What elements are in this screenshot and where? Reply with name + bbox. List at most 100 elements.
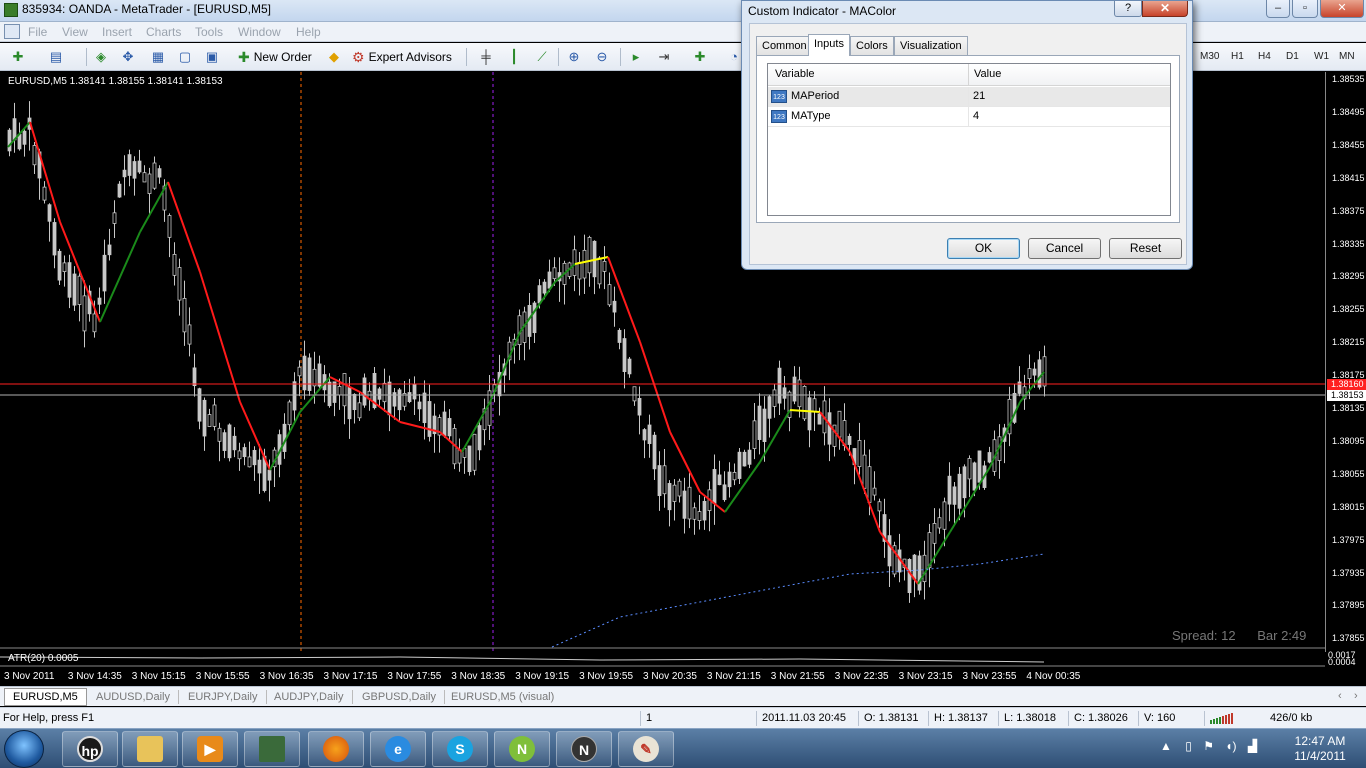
taskbar-monitor[interactable] [244,731,300,767]
candlestick-icon[interactable]: ┃ [506,49,522,65]
status-traffic: 426/0 kb [1270,712,1313,724]
price-tick-label: 1.38335 [1332,238,1365,249]
minimize-button[interactable]: – [1266,0,1290,18]
dialog-help-button[interactable]: ? [1114,1,1142,17]
taskbar-ie[interactable]: e [370,731,426,767]
taskbar-firefox[interactable] [308,731,364,767]
zoom-in-icon[interactable]: ⊕ [566,49,582,65]
input-row-maperiod[interactable]: 123 MAPeriod 21 [768,87,1170,107]
navigator-icon[interactable]: ▦ [150,49,166,65]
candle-body [637,397,642,416]
taskbar-hp[interactable]: hp [62,731,118,767]
chart-window-icon[interactable] [4,24,20,39]
tf-h1[interactable]: H1 [1231,51,1244,62]
expert-advisors-button[interactable]: ⚙ Expert Advisors [352,47,452,67]
tab-colors[interactable]: Colors [850,36,894,55]
tab-common[interactable]: Common [756,36,813,55]
periods-icon[interactable]: ◔ [726,49,742,65]
maximize-button[interactable]: ▫ [1292,0,1318,18]
candle-body [632,386,637,402]
device-icon[interactable]: ▯ [1185,739,1192,753]
candle-body [312,368,317,387]
network-icon[interactable]: ▟ [1248,739,1257,753]
taskbar-media[interactable]: ▶ [182,731,238,767]
tabs-scroll-left-icon[interactable]: ‹ [1338,690,1342,702]
time-axis[interactable]: 3 Nov 2011 3 Nov 14:35 3 Nov 15:15 3 Nov 15… [0,666,1325,686]
header-variable[interactable]: Variable [775,68,815,80]
metatrader-icon [4,3,18,17]
candle-body [117,183,122,198]
tab-eurusd-m5[interactable]: EURUSD,M5 [4,688,87,706]
tab-inputs[interactable]: Inputs [808,34,850,56]
tf-mn[interactable]: MN [1339,51,1355,62]
tab-audusd-daily[interactable]: AUDUSD,Daily [88,690,179,704]
price-tick-label: 1.38255 [1332,304,1365,315]
close-button[interactable]: ✕ [1320,0,1364,18]
menu-view[interactable]: View [62,25,88,39]
taskbar-app-n-dark[interactable]: N [556,731,612,767]
menu-insert[interactable]: Insert [102,25,132,39]
taskbar-paint[interactable]: ✎ [618,731,674,767]
bar-chart-icon[interactable]: ╪ [478,49,494,65]
clock[interactable]: 12:47 AM 11/4/2011 [1280,734,1360,764]
terminal-icon[interactable]: ▢ [177,49,193,65]
flag-icon[interactable]: ⚑ [1203,739,1214,753]
candle-body [122,169,127,178]
menu-tools[interactable]: Tools [195,25,223,39]
candle-body [292,381,297,411]
header-value[interactable]: Value [974,68,1001,80]
candle-body [682,490,687,519]
menu-file[interactable]: File [28,25,47,39]
auto-scroll-icon[interactable]: ▸ [628,49,644,65]
candle-body [602,260,607,272]
atr-line [0,656,1045,663]
tab-visualization[interactable]: Visualization [894,36,968,55]
dialog-close-button[interactable]: ✕ [1142,1,1188,17]
profiles-icon[interactable]: ▤ [48,49,64,65]
new-order-button[interactable]: ✚ New Order [238,47,312,67]
ok-button[interactable]: OK [947,238,1020,259]
menu-charts[interactable]: Charts [146,25,181,39]
indicators-icon[interactable]: ✚ [692,49,708,65]
candle-body [317,363,322,387]
candle-body [267,469,272,481]
tab-eurusd-m5-visual[interactable]: EURUSD,M5 (visual) [443,690,562,704]
tab-eurjpy-daily[interactable]: EURJPY,Daily [180,690,267,704]
candle-body [867,466,872,503]
row-value[interactable]: 4 [973,110,979,122]
tab-audjpy-daily[interactable]: AUDJPY,Daily [266,690,353,704]
candle-body [307,357,312,391]
taskbar-skype[interactable]: S [432,731,488,767]
tf-d1[interactable]: D1 [1286,51,1299,62]
input-row-matype[interactable]: 123 MAType 4 [768,107,1170,127]
tray-expand-icon[interactable]: ▲ [1160,739,1172,753]
price-tick-label: 1.38455 [1332,139,1365,150]
row-value[interactable]: 21 [973,90,985,102]
zoom-out-icon[interactable]: ⊖ [594,49,610,65]
reset-button[interactable]: Reset [1109,238,1182,259]
line-chart-icon[interactable]: ⟋ [534,49,550,65]
volume-icon[interactable]: ◖) [1225,739,1236,753]
candle-body [172,253,177,276]
tf-w1[interactable]: W1 [1314,51,1329,62]
paint-icon: ✎ [633,736,659,762]
candle-body [232,435,237,451]
chart-shift-icon[interactable]: ⇥ [656,49,672,65]
data-window-icon[interactable]: ✥ [120,49,136,65]
tf-h4[interactable]: H4 [1258,51,1271,62]
market-watch-icon[interactable]: ◈ [93,49,109,65]
taskbar-app-n-green[interactable]: N [494,731,550,767]
tabs-scroll-right-icon[interactable]: › [1354,690,1358,702]
menu-help[interactable]: Help [296,25,321,39]
taskbar-explorer[interactable] [122,731,178,767]
metaeditor-icon[interactable]: ◆ [326,49,342,65]
tab-gbpusd-daily[interactable]: GBPUSD,Daily [354,690,445,704]
tester-icon[interactable]: ▣ [204,49,220,65]
new-chart-icon[interactable]: ✚ [10,49,26,65]
cancel-button[interactable]: Cancel [1028,238,1101,259]
tf-m30[interactable]: M30 [1200,51,1219,62]
price-axis[interactable]: 1.38535 1.38495 1.38455 1.38415 1.38375 1.383… [1325,72,1366,652]
candle-body [937,517,942,529]
start-button[interactable] [4,730,44,768]
menu-window[interactable]: Window [238,25,281,39]
